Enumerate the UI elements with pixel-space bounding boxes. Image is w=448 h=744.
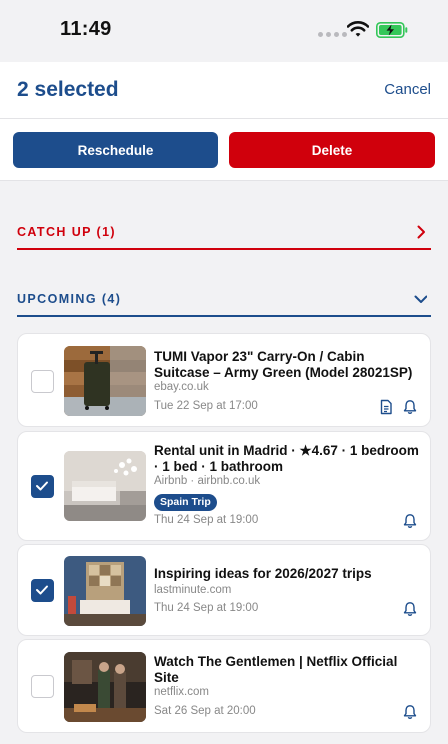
item-thumbnail-bedroom — [64, 451, 146, 521]
selection-header: 2 selected Cancel — [0, 62, 448, 119]
item-source: netflix.com — [154, 686, 209, 698]
item-source: Airbnb · airbnb.co.uk — [154, 475, 261, 487]
trip-tag-badge[interactable]: Spain Trip — [154, 494, 217, 511]
delete-button[interactable]: Delete — [229, 132, 435, 168]
cellular-signal-icon — [318, 32, 347, 37]
item-thumbnail-movie-poster — [64, 652, 146, 722]
item-source: ebay.co.uk — [154, 381, 209, 393]
item-checkbox[interactable] — [31, 579, 54, 602]
action-bar: Reschedule Delete — [0, 119, 448, 181]
item-date: Sat 26 Sep at 20:00 — [154, 705, 256, 717]
item-title: Watch The Gentlemen | Netflix Official S… — [154, 654, 398, 685]
item-title: Inspiring ideas for 2026/2027 trips — [154, 566, 372, 581]
list-item[interactable]: TUMI Vapor 23" Carry-On / Cabin Suitcase… — [17, 333, 431, 427]
battery-icon — [376, 22, 408, 38]
item-checkbox[interactable] — [31, 675, 54, 698]
status-bar: 11:49 — [0, 0, 448, 62]
item-source: lastminute.com — [154, 584, 232, 596]
bell-icon[interactable] — [402, 513, 418, 529]
bell-icon[interactable] — [402, 704, 418, 720]
item-title: Rental unit in Madrid · ★4.67 · 1 bedroo… — [154, 443, 419, 474]
item-checkbox[interactable] — [31, 475, 54, 498]
status-time: 11:49 — [60, 18, 112, 40]
bell-icon[interactable] — [402, 601, 418, 617]
item-title: TUMI Vapor 23" Carry-On / Cabin Suitcase… — [154, 349, 413, 380]
selection-count-title: 2 selected — [17, 78, 119, 101]
bell-icon[interactable] — [402, 399, 418, 415]
document-icon[interactable] — [378, 399, 394, 415]
cancel-button[interactable]: Cancel — [384, 81, 431, 98]
wifi-icon — [347, 21, 369, 37]
item-date: Tue 22 Sep at 17:00 — [154, 400, 258, 412]
catch-up-section-header[interactable]: CATCH UP (1) — [17, 216, 431, 250]
item-thumbnail-suitcase — [64, 346, 146, 416]
reschedule-button[interactable]: Reschedule — [13, 132, 218, 168]
item-checkbox[interactable] — [31, 370, 54, 393]
item-thumbnail-hotel-room — [64, 556, 146, 626]
list-item[interactable]: Watch The Gentlemen | Netflix Official S… — [17, 639, 431, 733]
chevron-down-icon — [414, 295, 427, 303]
checkmark-icon — [36, 585, 48, 595]
upcoming-section-label: UPCOMING (4) — [17, 292, 122, 306]
item-date: Thu 24 Sep at 19:00 — [154, 514, 259, 526]
catch-up-section-label: CATCH UP (1) — [17, 225, 116, 239]
chevron-right-icon — [417, 225, 425, 239]
list-item[interactable]: Inspiring ideas for 2026/2027 trips last… — [17, 544, 431, 636]
upcoming-section-header[interactable]: UPCOMING (4) — [17, 283, 431, 317]
checkmark-icon — [36, 481, 48, 491]
item-date: Thu 24 Sep at 19:00 — [154, 602, 259, 614]
list-item[interactable]: Rental unit in Madrid · ★4.67 · 1 bedroo… — [17, 431, 431, 541]
